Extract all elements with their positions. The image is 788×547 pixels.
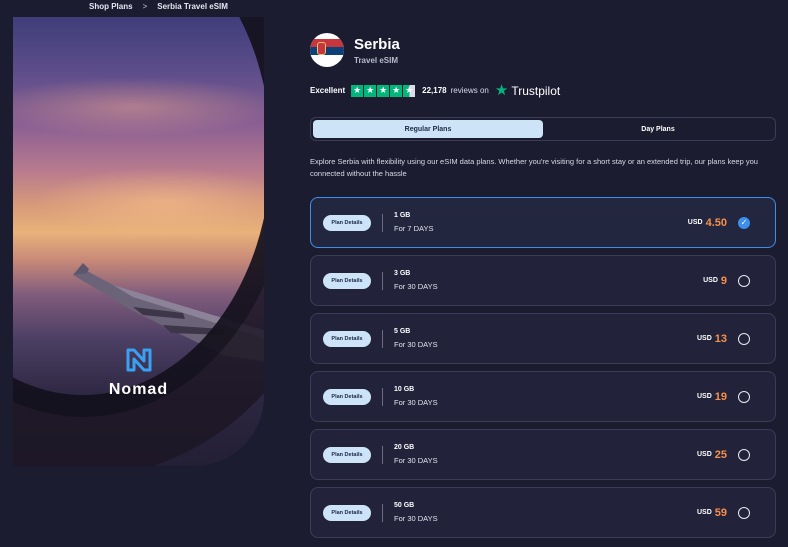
plan-option[interactable]: Plan Details 20 GB For 30 DAYS USD 25 [310, 429, 776, 480]
star-icon: ★ [364, 84, 377, 97]
price-amount: 59 [714, 506, 727, 519]
plan-price: USD 4.50 [688, 198, 727, 247]
divider [382, 445, 383, 464]
reviews-on-text: reviews on [450, 86, 489, 95]
plan-details-button[interactable]: Plan Details [323, 330, 371, 347]
divider [382, 387, 383, 406]
plan-data-amount: 50 GB [394, 502, 415, 509]
star-icon: ★ [351, 84, 364, 97]
rating-label: Excellent [310, 86, 346, 95]
plan-duration: For 30 DAYS [394, 282, 438, 291]
radio-circle-icon[interactable] [738, 390, 750, 403]
plan-data-amount: 5 GB [394, 328, 411, 335]
plan-price: USD 9 [703, 256, 727, 305]
plans-description: Explore Serbia with flexibility using ou… [310, 157, 758, 178]
radio-circle-icon[interactable] [738, 332, 750, 345]
plan-data-amount: 10 GB [394, 386, 415, 393]
trustpilot-star-icon: ★ [494, 82, 509, 99]
breadcrumb-shop-plans[interactable]: Shop Plans [89, 2, 133, 11]
price-amount: 19 [714, 390, 727, 403]
radio-circle-icon[interactable] [738, 506, 750, 519]
tab-regular-plans[interactable]: Regular Plans [313, 120, 543, 138]
nomad-logo-icon [126, 348, 151, 372]
plan-price: USD 19 [697, 372, 727, 421]
star-icon: ★ [390, 84, 403, 97]
divider [382, 503, 383, 522]
rating-stars: ★ ★ ★ ★ ★ [351, 84, 416, 97]
tab-day-plans[interactable]: Day Plans [543, 120, 773, 138]
price-currency: USD [696, 335, 712, 342]
plan-duration: For 30 DAYS [394, 398, 438, 407]
plan-option[interactable]: Plan Details 1 GB For 7 DAYS USD 4.50 ✓ [310, 197, 776, 248]
plan-duration: For 30 DAYS [394, 340, 438, 349]
plan-data-amount: 3 GB [394, 270, 411, 277]
divider [382, 213, 383, 232]
plan-duration: For 30 DAYS [394, 456, 438, 465]
trustpilot-logo: ★ Trustpilot [495, 83, 560, 98]
plan-option[interactable]: Plan Details 50 GB For 30 DAYS USD 59 [310, 487, 776, 538]
brand-logo: Nomad [13, 347, 264, 399]
plan-details-button[interactable]: Plan Details [323, 446, 371, 463]
plan-details-button[interactable]: Plan Details [323, 504, 371, 521]
price-amount: 25 [714, 448, 727, 461]
plan-duration: For 7 DAYS [394, 224, 434, 233]
price-amount: 9 [720, 274, 727, 287]
price-amount: 13 [714, 332, 727, 345]
price-currency: USD [687, 219, 703, 226]
star-icon: ★ [377, 84, 390, 97]
plan-option[interactable]: Plan Details 3 GB For 30 DAYS USD 9 [310, 255, 776, 306]
plan-type-tabs: Regular Plans Day Plans [310, 117, 776, 141]
radio-circle-icon[interactable] [738, 274, 750, 287]
plan-data-amount: 1 GB [394, 212, 411, 219]
plan-details-button[interactable]: Plan Details [323, 214, 371, 231]
trustpilot-name: Trustpilot [511, 83, 561, 98]
radio-circle-icon[interactable] [738, 448, 750, 461]
brand-name: Nomad [108, 381, 169, 398]
plan-list: Plan Details 1 GB For 7 DAYS USD 4.50 ✓ … [310, 197, 776, 545]
check-circle-icon[interactable]: ✓ [738, 216, 750, 229]
review-count: 22,178 [422, 86, 447, 95]
price-currency: USD [703, 277, 718, 284]
country-header: Serbia Travel eSIM [310, 33, 400, 67]
trustpilot-rating[interactable]: Excellent ★ ★ ★ ★ ★ 22,178 reviews on ★ … [310, 83, 560, 98]
plan-duration: For 30 DAYS [394, 514, 438, 523]
page-title: Serbia [354, 35, 400, 53]
price-currency: USD [696, 509, 712, 516]
page-subtitle: Travel eSIM [354, 55, 399, 65]
plan-price: USD 59 [697, 488, 727, 537]
breadcrumb: Shop Plans > Serbia Travel eSIM [89, 0, 228, 12]
price-amount: 4.50 [705, 216, 727, 229]
plan-data-amount: 20 GB [394, 444, 415, 451]
hero-image: Nomad [13, 17, 264, 466]
divider [382, 271, 383, 290]
breadcrumb-separator: > [142, 1, 148, 11]
plan-option[interactable]: Plan Details 5 GB For 30 DAYS USD 13 [310, 313, 776, 364]
divider [382, 329, 383, 348]
breadcrumb-current: Serbia Travel eSIM [157, 1, 228, 11]
serbia-flag-icon [310, 33, 344, 67]
price-currency: USD [696, 393, 712, 400]
plan-price: USD 13 [697, 314, 727, 363]
plan-option[interactable]: Plan Details 10 GB For 30 DAYS USD 19 [310, 371, 776, 422]
plan-details-button[interactable]: Plan Details [323, 272, 371, 289]
plan-details-button[interactable]: Plan Details [323, 388, 371, 405]
price-currency: USD [696, 451, 712, 458]
plan-price: USD 25 [697, 430, 727, 479]
half-star-icon: ★ [403, 84, 416, 97]
